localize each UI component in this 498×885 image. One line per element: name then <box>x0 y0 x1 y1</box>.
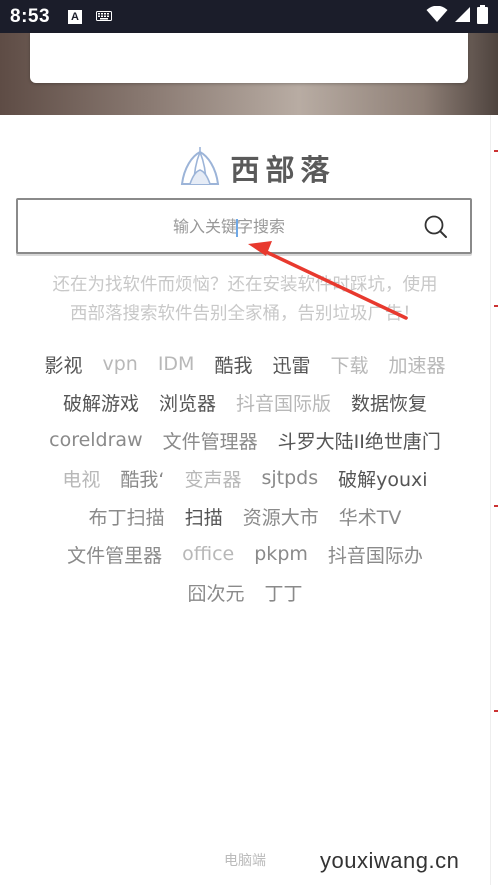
text-caret <box>236 219 238 237</box>
hot-tag[interactable]: 斗罗大陆II绝世唐门 <box>268 427 451 454</box>
logo-text: 西部落 <box>230 153 336 187</box>
hot-tag-row: 电视 酷我‘ 变声器 sjtpds 破解youxi <box>0 459 490 497</box>
tent-logo-icon <box>178 146 222 190</box>
hot-tag[interactable]: 丁丁 <box>255 579 313 606</box>
hot-tag[interactable]: 抖音国际办 <box>318 541 433 568</box>
search-icon[interactable] <box>424 215 448 243</box>
hot-tag[interactable]: 影视 <box>34 351 92 378</box>
tagline: 还在为找软件而烦恼？还在安装软件时踩坑，使用 西部落搜索软件告别全家桶，告别垃圾… <box>0 271 490 329</box>
tagline-line-1: 还在为找软件而烦恼？还在安装软件时踩坑，使用 <box>52 275 438 295</box>
right-edge-strip <box>490 115 498 885</box>
hot-tag[interactable]: vpn <box>92 353 147 375</box>
tagline-line-2: 西部落搜索软件告别全家桶，告别垃圾广告！ <box>70 304 420 324</box>
hot-tag[interactable]: sjtpds <box>251 467 328 489</box>
status-time: 8:53 <box>10 5 51 27</box>
hot-tag[interactable]: 破解游戏 <box>53 389 149 416</box>
hot-tag[interactable]: 抖音国际版 <box>226 389 341 416</box>
hot-tag[interactable]: pkpm <box>244 543 318 565</box>
notification-a-icon: A <box>68 9 83 24</box>
hot-tag[interactable]: 资源大市 <box>233 503 329 530</box>
logo: 西部落 <box>0 143 490 193</box>
hot-tag[interactable]: coreldraw <box>39 429 153 451</box>
hot-tag[interactable]: 电视 <box>52 465 110 492</box>
hot-tag-row: 破解游戏 浏览器 抖音国际版 数据恢复 <box>0 383 490 421</box>
wifi-icon <box>426 5 448 27</box>
hot-tag[interactable]: 加速器 <box>379 351 456 378</box>
hot-tag[interactable]: 酷我 <box>204 351 262 378</box>
hot-tag[interactable]: 扫描 <box>175 503 233 530</box>
hot-tag-row: 文件管里器 office pkpm 抖音国际办 <box>0 535 490 573</box>
hot-tag[interactable]: 文件管理器 <box>153 427 268 454</box>
hot-tag-row: 囧次元 丁丁 <box>0 573 490 611</box>
watermark: youxiwang.cn <box>320 848 460 873</box>
hot-tag[interactable]: 囧次元 <box>177 579 254 606</box>
battery-icon <box>477 5 488 28</box>
hot-tags: 影视 vpn IDM 酷我 迅雷 下载 加速器 破解游戏 浏览器 抖音国际版 数据恢复 coreldr… <box>0 345 490 611</box>
keyboard-icon <box>96 7 113 26</box>
hot-tag[interactable]: 迅雷 <box>262 351 320 378</box>
hot-tag[interactable]: 文件管里器 <box>57 541 172 568</box>
hot-tag[interactable]: 变声器 <box>174 465 251 492</box>
hot-tag[interactable]: 酷我‘ <box>110 465 174 492</box>
hot-tag[interactable]: 浏览器 <box>149 389 226 416</box>
search-input[interactable] <box>18 200 470 252</box>
signal-icon <box>454 6 471 27</box>
hot-tag[interactable]: 布丁扫描 <box>79 503 175 530</box>
hot-tag[interactable]: 华术TV <box>329 503 412 530</box>
hot-tag[interactable]: 下载 <box>321 351 379 378</box>
hot-tag-row: 布丁扫描 扫描 资源大市 华术TV <box>0 497 490 535</box>
hot-tag[interactable]: 数据恢复 <box>341 389 437 416</box>
hot-tag[interactable]: 破解youxi <box>328 465 437 492</box>
hot-tag-row: 影视 vpn IDM 酷我 迅雷 下载 加速器 <box>0 345 490 383</box>
hot-tag-row: coreldraw 文件管理器 斗罗大陆II绝世唐门 <box>0 421 490 459</box>
status-bar: 8:53 A <box>0 0 498 33</box>
hot-tag[interactable]: office <box>172 543 244 565</box>
background-card <box>30 33 468 83</box>
search-box[interactable] <box>16 198 472 254</box>
hot-tag[interactable]: IDM <box>148 353 205 375</box>
